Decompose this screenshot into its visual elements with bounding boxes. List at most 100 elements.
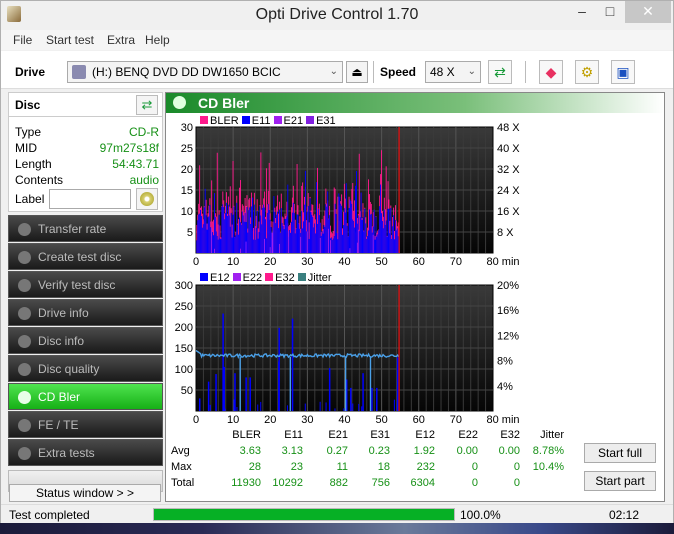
nav-item-fe-te[interactable]: FE / TE: [8, 411, 163, 438]
e11-bar: [266, 212, 268, 253]
disc-panel: Disc ⇄ Type CD-R MID 97m27s18f Length 54:43…: [8, 92, 163, 212]
status-bar: Test completed 100.0% 02:12: [1, 504, 673, 523]
nav-label: Extra tests: [38, 446, 95, 460]
status-window-button[interactable]: Status window > >: [9, 484, 161, 502]
e11-bar: [251, 206, 253, 253]
maximize-button[interactable]: □: [597, 1, 623, 23]
menu-help[interactable]: Help: [145, 33, 170, 47]
start-full-button[interactable]: Start full: [584, 443, 656, 463]
nav-item-drive-info[interactable]: Drive info: [8, 299, 163, 326]
e11-bar: [369, 214, 371, 253]
nav-label: Drive info: [38, 306, 89, 320]
y2-tick-label: 8 X: [497, 227, 514, 239]
eject-button[interactable]: ⏏: [346, 61, 368, 83]
nav-item-create-test-disc[interactable]: Create test disc: [8, 243, 163, 270]
title-bar: Opti Drive Control 1.70 – □ ✕: [1, 1, 673, 29]
e11-bar: [329, 215, 331, 253]
e11-bar: [260, 215, 262, 253]
nav-item-extra-tests[interactable]: Extra tests: [8, 439, 163, 466]
save-button[interactable]: ▣: [611, 60, 635, 84]
e11-bar: [393, 215, 395, 253]
menu-file[interactable]: File: [13, 33, 32, 47]
e11-bar: [310, 212, 312, 253]
erase-button[interactable]: ◆: [539, 60, 563, 84]
menu-start-test[interactable]: Start test: [46, 33, 94, 47]
e11-bar: [350, 201, 352, 253]
nav-item-transfer-rate[interactable]: Transfer rate: [8, 215, 163, 242]
nav-item-cd-bler[interactable]: CD Bler: [8, 383, 163, 410]
nav-item-disc-quality[interactable]: Disc quality: [8, 355, 163, 382]
e11-bar: [356, 171, 357, 253]
disc-refresh-button[interactable]: ⇄: [136, 95, 158, 115]
e11-bar: [324, 226, 326, 253]
minimize-button[interactable]: –: [569, 1, 595, 23]
x-tick-label: 20: [264, 256, 276, 268]
refresh-drive-button[interactable]: ⇄: [488, 60, 512, 84]
e11-bar: [382, 228, 384, 253]
y-tick-label: 150: [175, 343, 193, 355]
e11-bar: [227, 204, 229, 253]
e11-bar: [391, 238, 393, 253]
menu-extra[interactable]: Extra: [107, 33, 135, 47]
e12-bar: [362, 373, 364, 411]
e11-bar: [317, 223, 318, 253]
start-part-button[interactable]: Start part: [584, 471, 656, 491]
label-input[interactable]: [49, 189, 131, 209]
e11-bar: [379, 206, 381, 253]
disc-icon: [18, 447, 31, 460]
e11-bar: [335, 213, 337, 253]
e11-bar: [377, 234, 379, 253]
e11-bar: [353, 220, 355, 253]
drive-select[interactable]: (H:) BENQ DVD DD DW1650 BCIC ⌄: [67, 61, 343, 83]
info-value: 54:43.71: [112, 157, 159, 171]
stats-value: 23: [290, 461, 303, 473]
info-value: CD-R: [129, 125, 159, 139]
e12-bar: [257, 404, 259, 411]
e12-bar: [209, 404, 211, 411]
e11-bar: [214, 193, 215, 253]
nav-item-disc-info[interactable]: Disc info: [8, 327, 163, 354]
e11-bar: [273, 196, 275, 253]
e11-bar: [349, 199, 351, 253]
e11-bar: [302, 228, 304, 253]
e12-bar: [236, 407, 238, 411]
e11-bar: [268, 210, 270, 253]
e11-bar: [337, 239, 339, 253]
e11-bar: [235, 235, 237, 253]
y-tick-label: 30: [181, 122, 193, 134]
x-tick-label: 50: [376, 256, 388, 268]
e11-bar: [298, 223, 300, 253]
disc-header: Disc ⇄: [9, 93, 162, 117]
e11-bar: [239, 222, 241, 253]
e12-bar: [224, 408, 226, 411]
e11-bar: [363, 231, 365, 253]
e11-bar: [322, 233, 324, 253]
settings-button[interactable]: ⚙: [575, 60, 599, 84]
nav-item-verify-test-disc[interactable]: Verify test disc: [8, 271, 163, 298]
e11-bar: [232, 214, 234, 253]
e11-bar: [253, 204, 255, 253]
e11-bar: [331, 239, 333, 253]
e11-bar: [226, 202, 227, 253]
y-tick-label: 100: [175, 364, 193, 376]
e11-bar: [233, 206, 235, 253]
toolbar-separator: [525, 61, 526, 83]
e11-bar: [219, 238, 221, 253]
stats-value: 0.00: [456, 445, 478, 457]
speed-select[interactable]: 48 X ⌄: [425, 61, 481, 83]
e12-bar: [376, 400, 378, 411]
e11-bar: [203, 207, 205, 253]
e11-bar: [378, 230, 380, 253]
close-button[interactable]: ✕: [625, 1, 671, 23]
y2-tick-label: 16%: [497, 305, 519, 317]
e11-bar: [286, 216, 288, 253]
e11-bar: [305, 231, 307, 253]
e11-bar: [196, 240, 198, 253]
e11-bar: [216, 235, 218, 253]
y2-tick-label: 8%: [497, 356, 513, 368]
cd-icon: [140, 192, 154, 206]
e11-bar: [256, 211, 258, 253]
disc-label-button[interactable]: [136, 188, 158, 210]
e11-bar: [293, 213, 295, 253]
x-tick-label: 40: [338, 256, 350, 268]
